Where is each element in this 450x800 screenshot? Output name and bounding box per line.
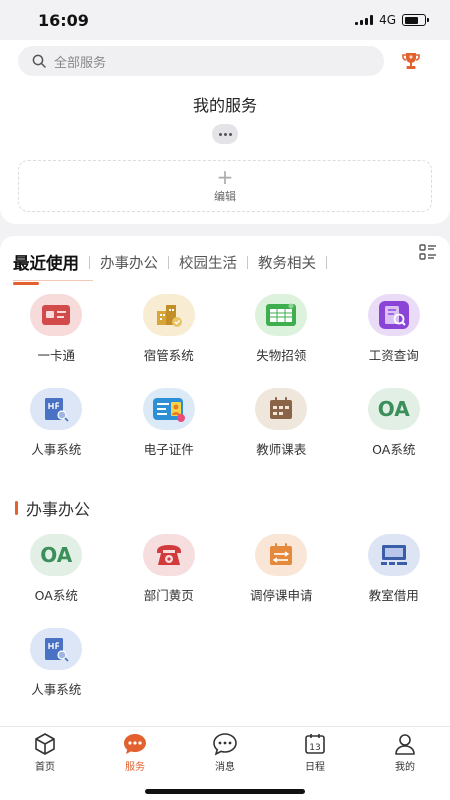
app-hr-system[interactable]: 人事系统 <box>0 388 113 458</box>
app-oa-system[interactable]: OA OA系统 <box>0 534 113 604</box>
app-class-adjustment[interactable]: 调停课申请 <box>225 534 338 604</box>
recent-apps-row-1: 一卡通 宿管系统 失物招领 工资查询 <box>0 294 450 364</box>
e-certificate-icon <box>142 388 195 430</box>
nav-label: 服务 <box>125 762 145 773</box>
app-label: OA系统 <box>34 588 78 603</box>
status-time: 16:09 <box>38 10 89 30</box>
app-salary-query[interactable]: 工资查询 <box>338 294 450 364</box>
section-header-office: 办事办公 <box>15 496 90 520</box>
oa-icon: OA <box>367 388 420 430</box>
nav-schedule[interactable]: 13 日程 <box>270 731 360 773</box>
tabs-divider <box>13 280 93 281</box>
tab-divider <box>247 255 248 269</box>
app-label: 工资查询 <box>368 348 419 363</box>
tab-divider <box>326 255 327 269</box>
app-label: 人事系统 <box>31 682 82 697</box>
classroom-borrow-icon <box>367 534 420 576</box>
app-label: 教室借用 <box>368 588 419 603</box>
service-icon <box>122 731 148 757</box>
tab-divider <box>168 255 169 269</box>
tab-office[interactable]: 办事办公 <box>100 252 158 273</box>
battery-fill <box>404 16 418 24</box>
app-label: 失物招领 <box>256 348 307 363</box>
lost-found-icon <box>255 294 308 336</box>
nav-label: 首页 <box>35 762 55 773</box>
app-one-card[interactable]: 一卡通 <box>0 294 113 364</box>
office-apps-row-2: 人事系统 <box>0 628 450 698</box>
app-oa-system[interactable]: OA OA系统 <box>338 388 450 458</box>
app-teacher-schedule[interactable]: 教师课表 <box>225 388 338 458</box>
oa-icon-text: OA <box>377 397 410 421</box>
app-label: 电子证件 <box>143 442 194 457</box>
search-icon <box>32 54 46 68</box>
calendar-day: 13 <box>309 743 320 753</box>
app-lost-found[interactable]: 失物招领 <box>225 294 338 364</box>
app-label: 宿管系统 <box>143 348 194 363</box>
app-e-certificate[interactable]: 电子证件 <box>113 388 226 458</box>
nav-label: 消息 <box>215 762 235 773</box>
nav-service[interactable]: 服务 <box>90 731 180 773</box>
app-label: 人事系统 <box>31 442 82 457</box>
category-tabs: 最近使用 办事办公 校园生活 教务相关 <box>0 246 450 285</box>
status-indicators: 4G <box>355 13 429 27</box>
salary-search-icon <box>367 294 420 336</box>
nav-profile[interactable]: 我的 <box>360 731 450 773</box>
message-icon <box>212 731 238 757</box>
battery-icon <box>402 14 429 26</box>
category-list-icon[interactable] <box>418 242 438 262</box>
hr-system-icon <box>30 388 83 430</box>
network-type: 4G <box>379 13 396 27</box>
app-classroom-borrow[interactable]: 教室借用 <box>338 534 450 604</box>
nav-messages[interactable]: 消息 <box>180 731 270 773</box>
search-input[interactable]: 全部服务 <box>18 46 384 76</box>
nav-label: 我的 <box>395 762 415 773</box>
tab-campus-life[interactable]: 校园生活 <box>179 252 237 273</box>
services-panel: 最近使用 办事办公 校园生活 教务相关 一卡通 宿管系统 失物招领 工资查询 人… <box>0 236 450 726</box>
app-label: 教师课表 <box>256 442 307 457</box>
app-department-directory[interactable]: 部门黄页 <box>113 534 226 604</box>
home-cube-icon <box>32 731 58 757</box>
my-services-card: 全部服务 我的服务 + 编辑 <box>0 40 450 224</box>
edit-services-button[interactable]: + 编辑 <box>18 160 432 212</box>
class-adjust-icon <box>255 534 308 576</box>
teacher-schedule-icon <box>255 388 308 430</box>
section-title: 办事办公 <box>26 500 91 519</box>
search-row: 全部服务 <box>18 46 432 76</box>
app-dormitory[interactable]: 宿管系统 <box>113 294 226 364</box>
oa-icon: OA <box>30 534 83 576</box>
my-services-title: 我的服务 <box>192 96 257 115</box>
signal-icon <box>355 15 374 25</box>
status-bar: 16:09 4G <box>0 0 450 40</box>
search-placeholder: 全部服务 <box>54 55 107 71</box>
trophy-icon[interactable] <box>398 48 424 74</box>
phone-icon <box>142 534 195 576</box>
office-apps-row-1: OA OA系统 部门黄页 调停课申请 教室借用 <box>0 534 450 604</box>
tab-recent[interactable]: 最近使用 <box>13 250 79 285</box>
profile-icon <box>392 731 418 757</box>
section-accent-bar <box>15 501 18 515</box>
nav-label: 日程 <box>305 762 325 773</box>
more-options-button[interactable] <box>212 124 238 144</box>
id-card-icon <box>30 294 83 336</box>
plus-icon: + <box>216 165 234 189</box>
tab-academic[interactable]: 教务相关 <box>258 252 316 273</box>
app-hr-system[interactable]: 人事系统 <box>0 628 113 698</box>
nav-home[interactable]: 首页 <box>0 731 90 773</box>
app-label: 一卡通 <box>37 348 75 363</box>
calendar-icon: 13 <box>302 731 328 757</box>
app-label: 部门黄页 <box>143 588 194 603</box>
oa-icon-text: OA <box>40 543 73 567</box>
edit-label: 编辑 <box>214 190 236 203</box>
dormitory-icon <box>142 294 195 336</box>
recent-apps-row-2: 人事系统 电子证件 教师课表 OA OA系统 <box>0 388 450 458</box>
app-label: 调停课申请 <box>249 588 313 603</box>
hr-system-icon <box>30 628 83 670</box>
home-indicator <box>145 789 305 794</box>
app-label: OA系统 <box>372 442 416 457</box>
bottom-navigation: 首页 服务 消息 13 日程 我的 <box>0 726 450 800</box>
tab-divider <box>89 255 90 269</box>
